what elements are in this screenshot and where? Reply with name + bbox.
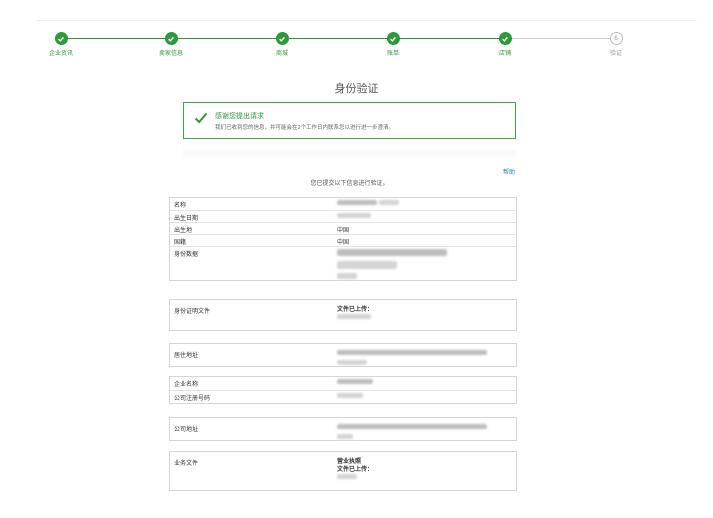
- field-value: 文件已上传：: [335, 300, 516, 330]
- field-label: 身份证明文件: [174, 309, 211, 315]
- table-row: 国籍 中国: [170, 234, 516, 246]
- company-address-table: 公司地址: [169, 417, 517, 441]
- field-value: 中国: [337, 240, 350, 246]
- check-icon: [275, 32, 289, 45]
- redacted-value: [335, 198, 516, 210]
- intro-text: 您已提交以下信息进行验证。: [310, 181, 389, 187]
- notice-heading: 感谢您提出请求: [215, 113, 264, 120]
- redacted-value: [335, 211, 516, 222]
- table-row: 居住地址: [170, 344, 516, 366]
- document-type: 营业执照: [337, 459, 362, 465]
- table-row: 身份证明文件 文件已上传：: [170, 300, 516, 330]
- notice-text: 我们已收到您的信息，并可能会在2个工作日内联系您以进行进一步澄清。: [215, 125, 395, 131]
- step-number: 6: [609, 32, 623, 45]
- redacted-value: [335, 418, 516, 440]
- step-label: 店铺: [498, 51, 511, 57]
- table-row: 公司地址: [170, 418, 516, 440]
- checkmark-icon: [194, 112, 208, 124]
- success-notice: 感谢您提出请求 我们已收到您的信息，并可能会在2个工作日内联系您以进行进一步澄清…: [183, 102, 516, 139]
- company-table: 企业名称 公司注册号码: [169, 376, 517, 404]
- table-row: 业务文件 营业执照 文件已上传：: [170, 452, 516, 490]
- progress-stepper: 企业资讯 卖家信息 商城 账单 店铺 6 验证: [0, 32, 713, 62]
- field-label: 国籍: [174, 240, 187, 246]
- section-divider: [183, 148, 516, 158]
- step-seller-info[interactable]: 卖家信息: [126, 32, 216, 57]
- field-label: 公司注册号码: [174, 396, 211, 402]
- table-row: 名称: [170, 198, 516, 210]
- help-link[interactable]: 帮助: [503, 167, 515, 176]
- field-label: 出生地: [174, 228, 193, 234]
- field-label: 身份数据: [174, 252, 199, 258]
- table-row: 企业名称: [170, 377, 516, 390]
- redacted-value: [335, 377, 516, 390]
- step-verification: 6 验证: [571, 32, 661, 57]
- step-label: 商城: [275, 51, 288, 57]
- table-row: 身份数据: [170, 246, 516, 280]
- field-label: 公司地址: [174, 427, 199, 433]
- upload-status: 文件已上传：: [337, 467, 374, 473]
- identity-table: 名称 出生日期 出生地 中国 国籍 中国 身份数据: [169, 197, 517, 281]
- step-store[interactable]: 店铺: [460, 32, 550, 57]
- redacted-value: [335, 344, 516, 366]
- field-label: 名称: [174, 203, 187, 209]
- residence-table: 居住地址: [169, 343, 517, 367]
- id-document-table: 身份证明文件 文件已上传：: [169, 299, 517, 331]
- check-icon: [498, 32, 512, 45]
- step-label: 验证: [609, 51, 622, 57]
- step-label: 账单: [386, 51, 399, 57]
- field-value: 中国: [337, 228, 350, 234]
- check-icon: [54, 32, 68, 45]
- step-label: 企业资讯: [48, 51, 73, 57]
- step-label: 卖家信息: [158, 51, 183, 57]
- check-icon: [164, 32, 178, 45]
- check-icon: [386, 32, 400, 45]
- field-label: 出生日期: [174, 216, 199, 222]
- step-billing[interactable]: 账单: [348, 32, 438, 57]
- field-label: 企业名称: [174, 382, 199, 388]
- redacted-value: [335, 247, 516, 280]
- field-value: 营业执照 文件已上传：: [335, 452, 516, 490]
- upload-status: 文件已上传：: [337, 307, 374, 313]
- table-row: 出生地 中国: [170, 222, 516, 234]
- page-title: 身份验证: [334, 83, 379, 95]
- step-company-info[interactable]: 企业资讯: [16, 32, 106, 57]
- field-label: 居住地址: [174, 353, 199, 359]
- redacted-value: [335, 391, 516, 403]
- table-row: 公司注册号码: [170, 390, 516, 403]
- top-divider: [36, 20, 697, 21]
- table-row: 出生日期: [170, 210, 516, 222]
- step-marketplace[interactable]: 商城: [237, 32, 327, 57]
- field-label: 业务文件: [174, 461, 199, 467]
- business-documents-table: 业务文件 营业执照 文件已上传：: [169, 451, 517, 491]
